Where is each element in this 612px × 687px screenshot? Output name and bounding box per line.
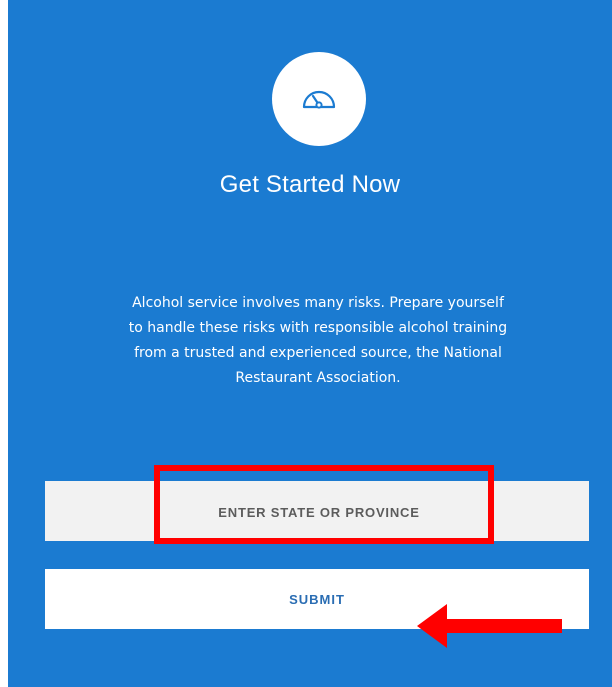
- state-field-container: [45, 481, 593, 543]
- get-started-panel: Get Started Now Alcohol service involves…: [8, 0, 612, 687]
- description-text: Alcohol service involves many risks. Pre…: [128, 295, 508, 386]
- page-title: Get Started Now: [219, 171, 401, 198]
- speedometer-icon: [302, 90, 336, 109]
- left-arrow-icon: [417, 604, 562, 648]
- icon-badge: [272, 52, 366, 146]
- state-province-input[interactable]: [45, 481, 593, 543]
